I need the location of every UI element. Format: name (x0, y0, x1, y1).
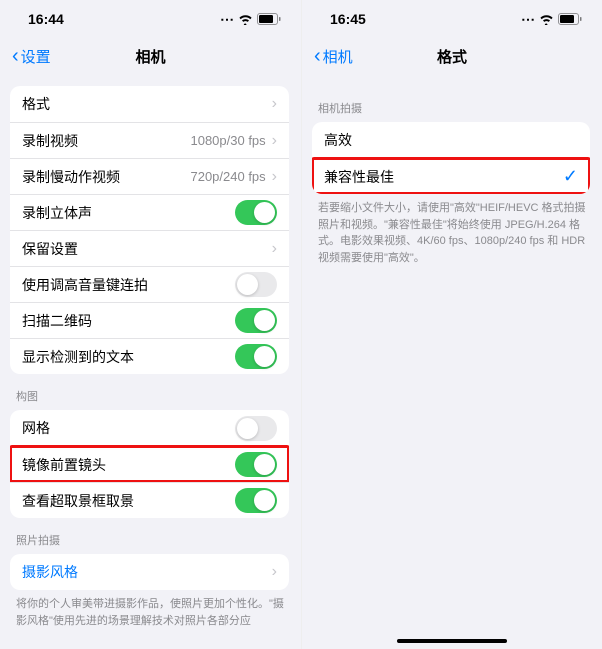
settings-row[interactable]: 录制立体声 (10, 194, 289, 230)
row-label: 录制慢动作视频 (22, 167, 190, 187)
chevron-right-icon: › (272, 563, 277, 581)
toggle-knob (254, 454, 275, 475)
settings-row[interactable]: 兼容性最佳✓ (312, 158, 590, 194)
status-bar: 16:44 ⋯ (0, 0, 301, 38)
battery-icon (558, 13, 582, 25)
row-label: 兼容性最佳 (324, 167, 563, 187)
toggle-switch[interactable] (235, 416, 277, 441)
cellular-icon: ⋯ (220, 11, 234, 28)
footer-text: 若要缩小文件大小，请使用"高效"HEIF/HEVC 格式拍摄照片和视频。"兼容性… (302, 194, 602, 272)
toggle-switch[interactable] (235, 452, 277, 477)
page-title: 相机 (135, 46, 165, 67)
settings-row[interactable]: 网格 (10, 410, 289, 446)
settings-row[interactable]: 显示检测到的文本 (10, 338, 289, 374)
chevron-left-icon: ‹ (314, 45, 321, 68)
settings-row[interactable]: 摄影风格› (10, 554, 289, 590)
row-value: 1080p/30 fps (190, 133, 265, 148)
content: 相机拍摄 高效兼容性最佳✓ 若要缩小文件大小，请使用"高效"HEIF/HEVC … (302, 74, 602, 649)
toggle-switch[interactable] (235, 308, 277, 333)
row-label: 显示检测到的文本 (22, 347, 235, 367)
page-title: 格式 (437, 46, 467, 67)
status-icons: ⋯ (220, 11, 281, 28)
row-label: 格式 (22, 94, 272, 114)
row-label: 摄影风格 (22, 562, 272, 582)
toggle-knob (237, 418, 258, 439)
section-header-capture: 相机拍摄 (302, 86, 602, 122)
back-button[interactable]: ‹ 相机 (314, 45, 353, 68)
phone-formats: 16:45 ⋯ ‹ 相机 格式 相机拍摄 高效兼容性最佳✓ 若要缩小文件大小，请… (301, 0, 602, 649)
home-indicator (397, 639, 507, 643)
settings-row[interactable]: 保留设置› (10, 230, 289, 266)
row-label: 网格 (22, 418, 235, 438)
section-header-composition: 构图 (0, 374, 301, 410)
settings-row[interactable]: 使用调高音量键连拍 (10, 266, 289, 302)
row-label: 查看超取景框取景 (22, 491, 235, 511)
row-label: 扫描二维码 (22, 311, 235, 331)
back-label: 设置 (21, 46, 51, 67)
wifi-icon (238, 14, 253, 25)
phone-camera-settings: 16:44 ⋯ ‹ 设置 相机 格式›录制视频1080p/30 fps›录制慢动… (0, 0, 301, 649)
footer-text: 将你的个人审美带进摄影作品，使照片更加个性化。"摄影风格"使用先进的场景理解技术… (0, 590, 301, 635)
toggle-switch[interactable] (235, 344, 277, 369)
back-label: 相机 (323, 46, 353, 67)
toggle-switch[interactable] (235, 272, 277, 297)
settings-row[interactable]: 录制视频1080p/30 fps › (10, 122, 289, 158)
chevron-right-icon: › (272, 240, 277, 258)
row-label: 高效 (324, 130, 578, 150)
toggle-knob (254, 490, 275, 511)
toggle-switch[interactable] (235, 200, 277, 225)
status-time: 16:44 (28, 11, 220, 27)
settings-row[interactable]: 格式› (10, 86, 289, 122)
settings-row[interactable]: 高效 (312, 122, 590, 158)
content: 格式›录制视频1080p/30 fps›录制慢动作视频720p/240 fps›… (0, 74, 301, 649)
chevron-right-icon: › (272, 132, 277, 150)
chevron-right-icon: › (272, 168, 277, 186)
back-button[interactable]: ‹ 设置 (12, 45, 51, 68)
row-label: 录制视频 (22, 131, 190, 151)
toggle-knob (254, 202, 275, 223)
section-header-photo: 照片拍摄 (0, 518, 301, 554)
status-icons: ⋯ (521, 11, 582, 28)
wifi-icon (539, 14, 554, 25)
cellular-icon: ⋯ (521, 11, 535, 28)
battery-icon (257, 13, 281, 25)
checkmark-icon: ✓ (563, 166, 578, 187)
status-time: 16:45 (330, 11, 521, 27)
row-label: 录制立体声 (22, 203, 235, 223)
settings-row[interactable]: 镜像前置镜头 (10, 446, 289, 482)
status-bar: 16:45 ⋯ (302, 0, 602, 38)
toggle-knob (237, 274, 258, 295)
toggle-knob (254, 310, 275, 331)
row-value: 720p/240 fps (190, 169, 265, 184)
toggle-knob (254, 346, 275, 367)
settings-row[interactable]: 扫描二维码 (10, 302, 289, 338)
settings-row[interactable]: 查看超取景框取景 (10, 482, 289, 518)
toggle-switch[interactable] (235, 488, 277, 513)
row-label: 保留设置 (22, 239, 272, 259)
settings-row[interactable]: 录制慢动作视频720p/240 fps › (10, 158, 289, 194)
row-label: 使用调高音量键连拍 (22, 275, 235, 295)
nav-bar: ‹ 相机 格式 (302, 38, 602, 74)
chevron-right-icon: › (272, 95, 277, 113)
row-label: 镜像前置镜头 (22, 455, 235, 475)
chevron-left-icon: ‹ (12, 45, 19, 68)
nav-bar: ‹ 设置 相机 (0, 38, 301, 74)
